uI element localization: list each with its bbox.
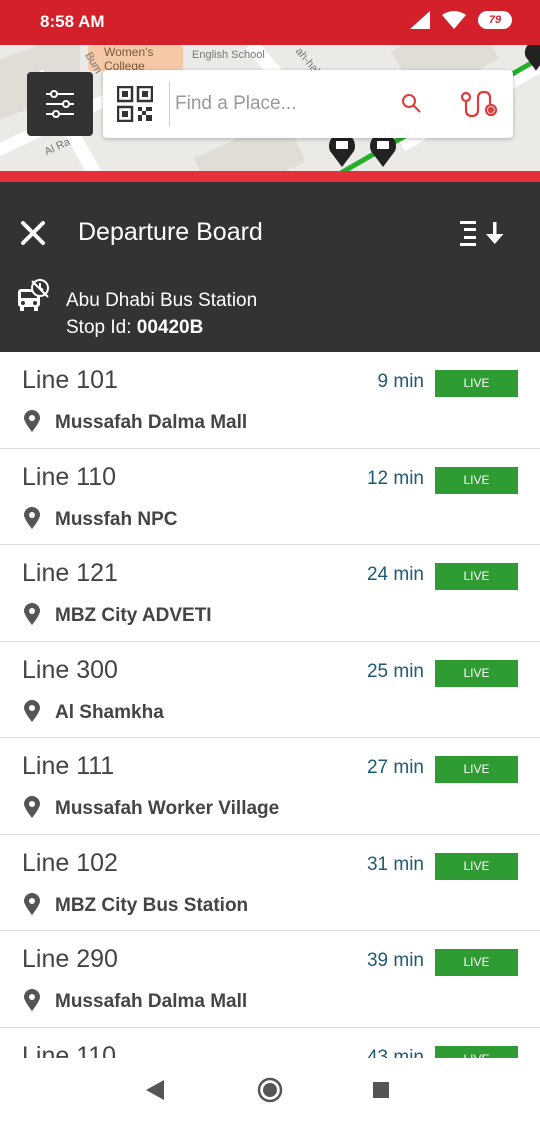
line-name: Line 101 bbox=[22, 366, 118, 394]
status-icons: 79 bbox=[410, 11, 512, 29]
eta: 27 min bbox=[366, 757, 424, 778]
location-pin-icon bbox=[24, 892, 40, 915]
map-handle-strip[interactable] bbox=[0, 171, 540, 182]
location-pin-icon bbox=[24, 796, 40, 818]
search-input[interactable] bbox=[175, 88, 385, 120]
search-icon[interactable] bbox=[401, 93, 423, 115]
live-badge: LIVE bbox=[435, 563, 518, 590]
departure-list[interactable]: Line 101 9 min LIVE Mussafah Dalma Mall … bbox=[0, 352, 540, 1058]
live-badge: LIVE bbox=[435, 949, 518, 976]
eta: 31 min bbox=[366, 853, 424, 875]
departure-row[interactable]: Line 121 24 min LIVE MBZ City ADVETI bbox=[0, 545, 540, 642]
back-icon[interactable] bbox=[146, 1080, 164, 1100]
home-icon[interactable] bbox=[257, 1077, 283, 1103]
live-badge: LIVE bbox=[435, 756, 518, 783]
stop-name: Abu Dhabi Bus Station bbox=[66, 290, 258, 311]
line-name: Line 110 bbox=[22, 1041, 117, 1059]
line-name: Line 111 bbox=[22, 752, 115, 780]
destination: Mussafah Worker Village bbox=[55, 798, 280, 819]
live-badge: LIVE bbox=[435, 1045, 518, 1058]
eta: 12 min bbox=[366, 467, 424, 489]
location-pin-icon bbox=[24, 410, 40, 432]
destination: Mussafah Dalma Mall bbox=[55, 412, 248, 433]
location-pin-icon bbox=[24, 506, 40, 529]
line-name: Line 102 bbox=[22, 848, 118, 877]
line-name: Line 110 bbox=[22, 462, 117, 491]
signal-icon bbox=[410, 11, 430, 29]
destination: Mussafah Dalma Mall bbox=[55, 991, 248, 1012]
line-name: Line 121 bbox=[22, 559, 118, 587]
bus-stop-marker[interactable] bbox=[328, 133, 356, 167]
destination: MBZ City Bus Station bbox=[55, 894, 249, 916]
battery-icon: 79 bbox=[478, 11, 512, 29]
close-icon[interactable] bbox=[20, 220, 46, 246]
status-bar: 8:58 AM 79 bbox=[0, 0, 540, 45]
status-time: 8:58 AM bbox=[40, 12, 105, 31]
live-badge: LIVE bbox=[435, 852, 518, 880]
map-label: English School bbox=[192, 49, 265, 61]
destination: MBZ City ADVETI bbox=[55, 605, 212, 626]
eta: 25 min bbox=[366, 660, 424, 682]
stop-id-value: 00420B bbox=[136, 317, 204, 338]
eta: 39 min bbox=[366, 950, 424, 971]
sort-icon[interactable] bbox=[458, 220, 508, 248]
qr-code-icon[interactable] bbox=[117, 86, 153, 122]
map-label: Al Ra bbox=[42, 135, 73, 159]
departure-board-header: Departure Board Abu Dhabi Bus Station St… bbox=[0, 182, 540, 352]
departure-row[interactable]: Line 290 39 min LIVE Mussafah Dalma Mall bbox=[0, 931, 540, 1028]
recent-apps-icon[interactable] bbox=[373, 1082, 389, 1098]
destination: Mussfah NPC bbox=[55, 508, 178, 530]
map-label: Women's College bbox=[104, 45, 154, 73]
line-name: Line 300 bbox=[22, 655, 118, 684]
route-planner-icon[interactable] bbox=[459, 88, 499, 120]
location-pin-icon bbox=[24, 699, 40, 722]
location-pin-icon bbox=[24, 989, 40, 1011]
stop-id-label: Stop Id: bbox=[66, 317, 132, 338]
departure-row[interactable]: Line 111 27 min LIVE Mussafah Worker Vil… bbox=[0, 738, 540, 835]
stop-id: Stop Id: 00420B bbox=[66, 317, 203, 339]
line-name: Line 290 bbox=[22, 945, 118, 973]
search-divider bbox=[169, 82, 170, 126]
departure-row[interactable]: Line 102 31 min LIVE MBZ City Bus Statio… bbox=[0, 835, 540, 931]
bus-stop-marker[interactable] bbox=[524, 45, 540, 71]
live-badge: LIVE bbox=[435, 659, 518, 687]
wifi-icon bbox=[442, 11, 466, 29]
departure-row[interactable]: Line 110 43 min LIVE bbox=[0, 1028, 540, 1059]
departure-row[interactable]: Line 110 12 min LIVE Mussfah NPC bbox=[0, 449, 540, 545]
eta: 24 min bbox=[366, 564, 424, 585]
page-title: Departure Board bbox=[78, 218, 263, 246]
eta: 9 min bbox=[377, 371, 424, 392]
system-nav-bar bbox=[0, 1058, 540, 1123]
departure-row[interactable]: Line 300 25 min LIVE Al Shamkha bbox=[0, 642, 540, 738]
eta: 43 min bbox=[366, 1046, 424, 1059]
filter-button[interactable] bbox=[27, 72, 93, 136]
bus-stop-marker[interactable] bbox=[369, 133, 397, 167]
bus-stop-icon bbox=[18, 279, 49, 311]
location-pin-icon bbox=[24, 603, 40, 625]
live-badge: LIVE bbox=[435, 370, 518, 397]
search-bar bbox=[103, 70, 513, 138]
sliders-icon bbox=[46, 90, 74, 118]
departure-row[interactable]: Line 101 9 min LIVE Mussafah Dalma Mall bbox=[0, 352, 540, 449]
live-badge: LIVE bbox=[435, 466, 518, 494]
destination: Al Shamkha bbox=[55, 701, 164, 723]
